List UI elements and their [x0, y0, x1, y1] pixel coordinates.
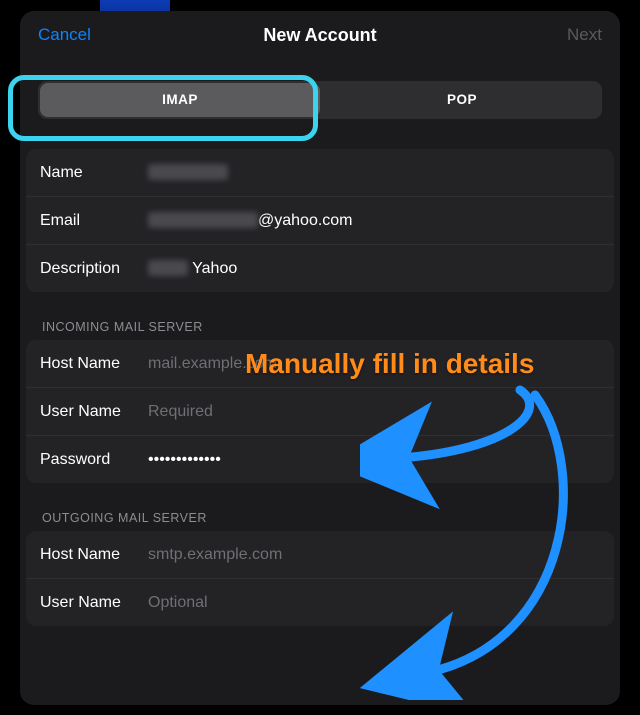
segment-imap[interactable]: IMAP [40, 83, 320, 117]
outgoing-user-field[interactable]: Optional [148, 594, 600, 612]
name-row[interactable]: Name xxxxxx [26, 149, 614, 196]
email-row[interactable]: Email xxxxxxxxx@yahoo.com [26, 196, 614, 244]
incoming-user-row[interactable]: User Name Required [26, 387, 614, 435]
outgoing-host-row[interactable]: Host Name smtp.example.com [26, 531, 614, 578]
description-field[interactable]: xxx Yahoo [148, 260, 600, 278]
incoming-password-label: Password [40, 451, 148, 469]
incoming-header: INCOMING MAIL SERVER [42, 320, 620, 334]
incoming-host-label: Host Name [40, 355, 148, 373]
modal-title: New Account [20, 11, 620, 59]
account-info-group: Name xxxxxx Email xxxxxxxxx@yahoo.com De… [26, 149, 614, 292]
outgoing-user-row[interactable]: User Name Optional [26, 578, 614, 626]
protocol-segment[interactable]: IMAP POP [38, 81, 602, 119]
email-suffix: @yahoo.com [258, 212, 353, 229]
description-row[interactable]: Description xxx Yahoo [26, 244, 614, 292]
name-label: Name [40, 164, 148, 182]
email-label: Email [40, 212, 148, 230]
outgoing-host-label: Host Name [40, 546, 148, 564]
description-value: Yahoo [192, 260, 237, 277]
outgoing-header: OUTGOING MAIL SERVER [42, 511, 620, 525]
incoming-password-field[interactable]: ••••••••••••• [148, 451, 600, 469]
outgoing-host-field[interactable]: smtp.example.com [148, 546, 600, 564]
name-field[interactable]: xxxxxx [148, 164, 600, 182]
incoming-user-label: User Name [40, 403, 148, 421]
next-button[interactable]: Next [567, 11, 602, 59]
segment-pop[interactable]: POP [322, 81, 602, 119]
annotation-text: Manually fill in details [245, 348, 534, 380]
incoming-password-row[interactable]: Password ••••••••••••• [26, 435, 614, 483]
screenshot-stage: Cancel New Account Next IMAP POP Name xx… [0, 0, 640, 715]
modal-header: Cancel New Account Next [20, 11, 620, 59]
description-label: Description [40, 260, 148, 278]
incoming-user-field[interactable]: Required [148, 403, 600, 421]
email-field[interactable]: xxxxxxxxx@yahoo.com [148, 212, 600, 230]
outgoing-user-label: User Name [40, 594, 148, 612]
outgoing-group: Host Name smtp.example.com User Name Opt… [26, 531, 614, 626]
